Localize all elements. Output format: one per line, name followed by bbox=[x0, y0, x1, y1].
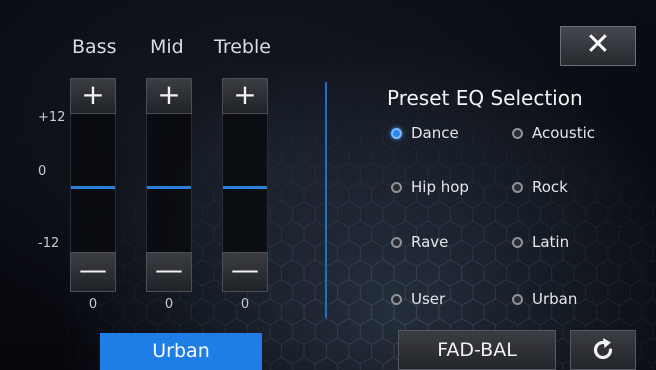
preset-option-label: Rave bbox=[411, 233, 449, 251]
fad-bal-button[interactable]: FAD-BAL bbox=[398, 330, 556, 370]
mid-slider-track[interactable] bbox=[146, 114, 192, 252]
bass-plus-button[interactable]: + bbox=[70, 78, 116, 114]
band-label-treble: Treble bbox=[214, 36, 271, 58]
bass-minus-button[interactable]: — bbox=[70, 252, 116, 292]
preset-option-rock[interactable]: Rock bbox=[512, 178, 568, 196]
preset-option-hiphop[interactable]: Hip hop bbox=[391, 178, 469, 196]
preset-option-urban[interactable]: Urban bbox=[512, 290, 577, 308]
mid-plus-button[interactable]: + bbox=[146, 78, 192, 114]
divider bbox=[325, 82, 327, 318]
preset-option-latin[interactable]: Latin bbox=[512, 233, 569, 251]
band-label-mid: Mid bbox=[150, 36, 184, 58]
scale-zero-label: 0 bbox=[38, 164, 47, 179]
bass-level-line bbox=[71, 186, 115, 190]
treble-minus-button[interactable]: — bbox=[222, 252, 268, 292]
preset-option-user[interactable]: User bbox=[391, 290, 445, 308]
radio-hiphop bbox=[391, 181, 402, 193]
treble-plus-button[interactable]: + bbox=[222, 78, 268, 114]
band-label-bass: Bass bbox=[72, 36, 117, 58]
mid-value: 0 bbox=[164, 297, 174, 312]
preset-option-dance[interactable]: Dance bbox=[391, 124, 459, 142]
preset-option-label: Acoustic bbox=[532, 124, 596, 142]
bass-slider-track[interactable] bbox=[70, 114, 116, 252]
scale-max-label: +12 bbox=[38, 110, 66, 125]
preset-option-label: Hip hop bbox=[411, 178, 469, 196]
radio-latin bbox=[512, 236, 523, 248]
treble-value: 0 bbox=[240, 297, 250, 312]
treble-level-line bbox=[223, 186, 267, 190]
radio-user bbox=[391, 293, 402, 305]
radio-rave bbox=[391, 236, 402, 248]
preset-option-label: Latin bbox=[532, 233, 570, 251]
reset-button[interactable] bbox=[570, 330, 636, 370]
reset-icon bbox=[593, 338, 613, 360]
scale-min-label: -12 bbox=[38, 236, 60, 251]
mid-level-line bbox=[147, 186, 191, 190]
close-icon: ✕ bbox=[585, 27, 611, 62]
preset-option-label: Rock bbox=[532, 178, 568, 196]
preset-option-label: Urban bbox=[532, 290, 578, 308]
preset-option-label: Dance bbox=[411, 124, 459, 142]
close-button[interactable]: ✕ bbox=[560, 26, 636, 66]
mid-minus-button[interactable]: — bbox=[146, 252, 192, 292]
preset-option-rave[interactable]: Rave bbox=[391, 233, 448, 251]
radio-acoustic bbox=[512, 127, 523, 139]
radio-dance bbox=[391, 127, 402, 139]
preset-option-label: User bbox=[411, 290, 446, 308]
radio-rock bbox=[512, 181, 523, 193]
treble-slider-track[interactable] bbox=[222, 114, 268, 252]
radio-urban bbox=[512, 293, 523, 305]
preset-option-acoustic[interactable]: Acoustic bbox=[512, 124, 595, 142]
bass-value: 0 bbox=[88, 297, 98, 312]
current-preset-button[interactable]: Urban bbox=[100, 333, 262, 370]
preset-title: Preset EQ Selection bbox=[387, 86, 583, 110]
